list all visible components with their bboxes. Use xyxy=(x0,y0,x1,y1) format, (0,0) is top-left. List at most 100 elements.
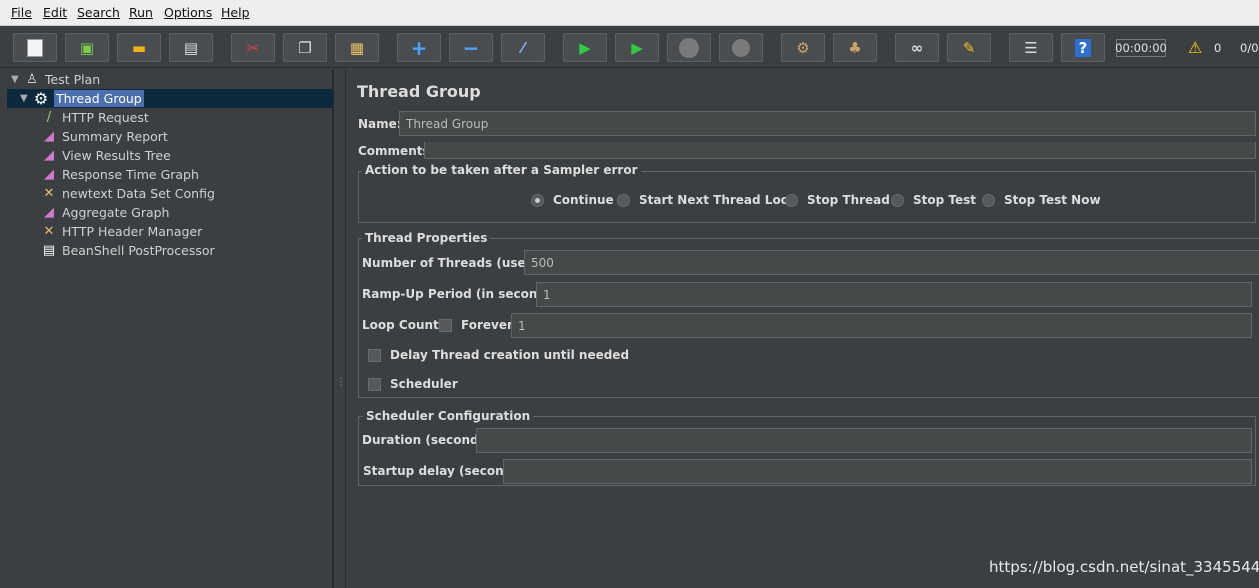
warning-count: 0 xyxy=(1214,41,1222,55)
name-field[interactable]: Thread Group xyxy=(399,111,1256,136)
comments-field[interactable] xyxy=(424,142,1256,159)
delay-thread-checkbox[interactable]: Delay Thread creation until needed xyxy=(368,348,629,362)
search-button[interactable]: ∞ xyxy=(895,33,939,62)
menu-search[interactable]: Search xyxy=(77,5,120,20)
scheduler-checkbox[interactable]: Scheduler xyxy=(368,377,458,391)
radio-label: Stop Thread xyxy=(807,193,890,207)
tree-item-label: View Results Tree xyxy=(62,148,171,163)
cut-button[interactable]: ✂ xyxy=(231,33,275,62)
copy-button[interactable]: ❐ xyxy=(283,33,327,62)
collapse-button[interactable]: − xyxy=(449,33,493,62)
tree-item-response-time-graph[interactable]: ◢ Response Time Graph xyxy=(40,165,199,184)
radio-label: Stop Test Now xyxy=(1004,193,1101,207)
templates-button[interactable]: ▣ xyxy=(65,33,109,62)
checkbox-label: Scheduler xyxy=(390,377,458,391)
radio-label: Stop Test xyxy=(913,193,976,207)
tree-item-label: Thread Group xyxy=(54,90,144,107)
menu-run[interactable]: Run xyxy=(129,5,153,20)
rampup-field[interactable]: 1 xyxy=(536,282,1252,307)
tree-item-thread-group[interactable]: ▼ ⚙ Thread Group xyxy=(7,89,333,108)
checkbox-icon xyxy=(439,318,452,332)
brush-icon: ✎ xyxy=(962,38,976,57)
start-no-pause-button[interactable]: ▶ xyxy=(615,33,659,62)
tree-item-label: Aggregate Graph xyxy=(62,205,170,220)
graph-icon: ◢ xyxy=(44,129,54,144)
page-title: Thread Group xyxy=(357,82,481,101)
test-plan-tree: ▼ ♙ Test Plan ▼ ⚙ Thread Group / HTTP Re… xyxy=(7,70,333,588)
radio-stop-test[interactable]: Stop Test xyxy=(891,193,976,207)
expand-button[interactable]: + xyxy=(397,33,441,62)
graph-icon: ◢ xyxy=(44,148,54,163)
collapse-toggle-icon[interactable]: ▼ xyxy=(11,74,23,85)
wrench-icon: ✕ xyxy=(43,186,55,201)
open-folder-icon: ▬ xyxy=(131,38,147,57)
tree-item-test-plan[interactable]: ▼ ♙ Test Plan xyxy=(11,70,100,89)
list-icon: ☰ xyxy=(1024,38,1038,57)
radio-stop-thread[interactable]: Stop Thread xyxy=(785,193,890,207)
split-pane-divider[interactable]: ⋮ xyxy=(333,70,346,588)
tree-item-data-set-config[interactable]: ✕ newtext Data Set Config xyxy=(40,184,215,203)
collapse-toggle-icon[interactable]: ▼ xyxy=(20,93,32,104)
warning-icon[interactable]: ⚠ xyxy=(1188,38,1202,57)
tree-item-http-request[interactable]: / HTTP Request xyxy=(40,108,149,127)
scheduler-config-legend: Scheduler Configuration xyxy=(363,409,534,423)
new-file-icon xyxy=(27,38,43,57)
paste-icon: ▦ xyxy=(349,38,365,57)
name-label: Name: xyxy=(358,117,402,131)
threads-field[interactable]: 500 xyxy=(524,250,1259,275)
tree-item-summary-report[interactable]: ◢ Summary Report xyxy=(40,127,168,146)
new-button[interactable] xyxy=(13,33,57,62)
radio-continue[interactable]: Continue xyxy=(531,193,614,207)
threads-label: Number of Threads (users): xyxy=(362,256,550,270)
help-button[interactable]: ? xyxy=(1061,33,1105,62)
radio-icon xyxy=(785,193,798,207)
play-icon: ▶ xyxy=(579,38,591,57)
radio-icon xyxy=(617,193,630,207)
broom-gear-icon: ⚙ xyxy=(796,38,810,57)
radio-icon xyxy=(982,193,995,207)
clear-all-button[interactable]: ♣ xyxy=(833,33,877,62)
shutdown-icon xyxy=(732,38,750,57)
stop-button[interactable] xyxy=(667,33,711,62)
rampup-label: Ramp-Up Period (in seconds): xyxy=(362,287,564,301)
function-helper-button[interactable]: ☰ xyxy=(1009,33,1053,62)
forever-checkbox[interactable]: Forever xyxy=(439,318,513,332)
tree-item-beanshell-postprocessor[interactable]: ▤ BeanShell PostProcessor xyxy=(40,241,215,260)
tree-item-label: HTTP Request xyxy=(62,110,149,125)
menu-bar: File Edit Search Run Options Help xyxy=(0,0,1259,26)
tree-item-label: BeanShell PostProcessor xyxy=(62,243,215,258)
start-button[interactable]: ▶ xyxy=(563,33,607,62)
pipette-icon: / xyxy=(46,110,52,125)
tree-item-aggregate-graph[interactable]: ◢ Aggregate Graph xyxy=(40,203,169,222)
menu-file[interactable]: File xyxy=(11,5,32,20)
open-button[interactable]: ▬ xyxy=(117,33,161,62)
minus-icon: − xyxy=(462,35,480,60)
templates-icon: ▣ xyxy=(79,38,95,57)
menu-options[interactable]: Options xyxy=(164,5,212,20)
toggle-icon: ⁄ xyxy=(521,38,525,57)
paste-button[interactable]: ▦ xyxy=(335,33,379,62)
save-button[interactable]: ▤ xyxy=(169,33,213,62)
menu-help[interactable]: Help xyxy=(221,5,250,20)
reset-search-button[interactable]: ✎ xyxy=(947,33,991,62)
duration-field[interactable] xyxy=(476,428,1252,453)
tree-item-http-header-manager[interactable]: ✕ HTTP Header Manager xyxy=(40,222,203,241)
tree-item-label: Test Plan xyxy=(45,72,101,87)
toggle-button[interactable]: ⁄ xyxy=(501,33,545,62)
menu-edit[interactable]: Edit xyxy=(43,5,67,20)
stop-icon xyxy=(679,37,699,58)
thread-properties-legend: Thread Properties xyxy=(362,231,491,245)
checkbox-icon xyxy=(368,348,381,362)
comments-label: Comments: xyxy=(358,144,435,158)
shutdown-button[interactable] xyxy=(719,33,763,62)
toolbar: ▣ ▬ ▤ ✂ ❐ ▦ + − ⁄ ▶ ▶ ⚙ ♣ ∞ ✎ ☰ ? 00:00:… xyxy=(0,26,1259,68)
startup-delay-field[interactable] xyxy=(503,459,1252,484)
radio-stop-test-now[interactable]: Stop Test Now xyxy=(982,193,1101,207)
radio-start-next-thread-loop[interactable]: Start Next Thread Loop xyxy=(617,193,798,207)
tree-item-view-results-tree[interactable]: ◢ View Results Tree xyxy=(40,146,171,165)
play-timer-icon: ▶ xyxy=(631,38,643,57)
scissors-icon: ✂ xyxy=(246,38,260,57)
clear-button[interactable]: ⚙ xyxy=(781,33,825,62)
loop-count-field[interactable]: 1 xyxy=(511,313,1252,338)
help-icon: ? xyxy=(1074,38,1092,57)
